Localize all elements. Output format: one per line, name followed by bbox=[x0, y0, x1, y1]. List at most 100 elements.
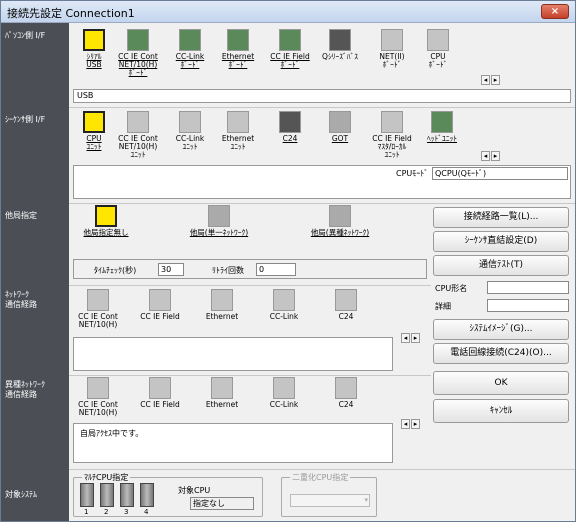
target-cpu-label: 対象CPU bbox=[178, 486, 211, 495]
plc-if-ethernet-unit[interactable]: Ethernet ﾕﾆｯﾄ bbox=[215, 111, 261, 151]
board-icon bbox=[227, 29, 249, 51]
scroll-left-icon[interactable]: ◂ bbox=[481, 75, 490, 85]
pc-if-detail[interactable]: USB bbox=[73, 89, 571, 103]
option-no-other-station[interactable]: 他局指定無し bbox=[71, 205, 141, 237]
serial-usb-icon bbox=[83, 29, 105, 51]
pc-if-cc-ie-field-board[interactable]: CC IE Field ﾎﾞｰﾄﾞ bbox=[267, 29, 313, 69]
unit-icon bbox=[179, 111, 201, 133]
cpu-4-icon[interactable] bbox=[140, 483, 154, 507]
pc-if-cc-ie-cont-board[interactable]: CC IE Cont NET/10(H) ﾎﾞｰﾄﾞ bbox=[115, 29, 161, 77]
cpu-3-icon[interactable] bbox=[120, 483, 134, 507]
plc-if-detail-box: CPUﾓｰﾄﾞ QCPU(Qﾓｰﾄﾞ) bbox=[73, 165, 571, 199]
divider bbox=[69, 285, 431, 286]
scroll-right-icon[interactable]: ▸ bbox=[491, 75, 500, 85]
divider bbox=[69, 375, 431, 376]
timecheck-label: ﾀｲﾑﾁｪｯｸ(秒) bbox=[94, 266, 137, 275]
hetero-ethernet[interactable]: Ethernet bbox=[197, 377, 247, 409]
network-icon bbox=[87, 289, 109, 311]
hetero-cc-ie-field[interactable]: CC IE Field bbox=[135, 377, 185, 409]
phone-line-button[interactable]: 電話回線接続(C24)(O)... bbox=[433, 343, 569, 364]
timecheck-row: ﾀｲﾑﾁｪｯｸ(秒) 30 ﾘﾄﾗｲ回数 0 bbox=[73, 259, 427, 279]
connection-dialog: 接続先設定 Connection1 × ﾊﾟｿｺﾝ側 I/F ｼｰｹﾝｻ側 I/… bbox=[0, 0, 576, 522]
pc-if-serial-usb[interactable]: ｼﾘｱﾙ USB bbox=[71, 29, 117, 69]
option-other-hetero-network[interactable]: 他局(異種ﾈｯﾄﾜｰｸ) bbox=[295, 205, 385, 237]
route-cc-ie-cont[interactable]: CC IE Cont NET/10(H) bbox=[73, 289, 123, 329]
plc-if-head-unit[interactable]: ﾍｯﾄﾞﾕﾆｯﾄ bbox=[419, 111, 465, 143]
scroll-right-icon[interactable]: ▸ bbox=[491, 151, 500, 161]
cpu-mode-label: CPUﾓｰﾄﾞ bbox=[396, 169, 429, 178]
side-label-other-station: 他局指定 bbox=[5, 211, 37, 220]
divider bbox=[69, 469, 575, 470]
plc-if-got[interactable]: GOT bbox=[317, 111, 363, 143]
title-bar: 接続先設定 Connection1 × bbox=[1, 1, 575, 23]
timecheck-input[interactable]: 30 bbox=[158, 263, 184, 276]
pc-if-q-series-bus[interactable]: Qｼﾘｰｽﾞﾊﾞｽ bbox=[317, 29, 363, 61]
unit-icon bbox=[381, 111, 403, 133]
board-icon bbox=[127, 29, 149, 51]
ok-button[interactable]: OK bbox=[433, 371, 569, 395]
network-icon bbox=[273, 377, 295, 399]
route-list-button[interactable]: 接続経路一覧(L)... bbox=[433, 207, 569, 228]
retry-label: ﾘﾄﾗｲ回数 bbox=[212, 266, 244, 275]
comm-test-button[interactable]: 通信ﾃｽﾄ(T) bbox=[433, 255, 569, 276]
multi-cpu-group: ﾏﾙﾁCPU指定 1 2 3 4 対象CPU 指定なし bbox=[73, 472, 263, 517]
route-cc-link[interactable]: CC-Link bbox=[259, 289, 309, 321]
plc-if-cc-link-unit[interactable]: CC-Link ﾕﾆｯﾄ bbox=[167, 111, 213, 151]
plc-direct-button[interactable]: ｼｰｹﾝｻ直結設定(D) bbox=[433, 231, 569, 252]
network-icon bbox=[211, 289, 233, 311]
sidebar: ﾊﾟｿｺﾝ側 I/F ｼｰｹﾝｻ側 I/F 他局指定 ﾈｯﾄﾜｰｸ 通信経路 異… bbox=[1, 23, 69, 521]
network-icon bbox=[335, 377, 357, 399]
head-unit-icon bbox=[431, 111, 453, 133]
network-icon bbox=[149, 289, 171, 311]
system-image-button[interactable]: ｼｽﾃﾑｲﾒｰｼﾞ(G)... bbox=[433, 319, 569, 340]
network-icon bbox=[87, 377, 109, 399]
detail-field bbox=[487, 299, 569, 312]
cpu-mode-select[interactable]: QCPU(Qﾓｰﾄﾞ) bbox=[432, 167, 568, 180]
plc-if-scroll[interactable]: ◂ ▸ bbox=[481, 151, 501, 161]
hetero-route-scroll[interactable]: ◂ ▸ bbox=[401, 419, 421, 429]
main-panel: ｼﾘｱﾙ USB CC IE Cont NET/10(H) ﾎﾞｰﾄﾞ CC-L… bbox=[69, 23, 575, 521]
cpu-number-2: 2 bbox=[104, 508, 109, 516]
c24-icon bbox=[279, 111, 301, 133]
route-c24[interactable]: C24 bbox=[321, 289, 371, 321]
plc-if-cc-ie-cont-unit[interactable]: CC IE Cont NET/10(H) ﾕﾆｯﾄ bbox=[115, 111, 161, 159]
pc-if-cpu-board[interactable]: CPU ﾎﾞｰﾄﾞ bbox=[415, 29, 461, 69]
plc-if-cpu-unit[interactable]: CPU ﾕﾆｯﾄ bbox=[71, 111, 117, 151]
network-icon bbox=[211, 377, 233, 399]
plc-if-cc-ie-field-unit[interactable]: CC IE Field ﾏｽﾀ/ﾛｰｶﾙ ﾕﾆｯﾄ bbox=[369, 111, 415, 159]
hetero-cc-ie-cont[interactable]: CC IE Cont NET/10(H) bbox=[73, 377, 123, 417]
pc-if-ethernet-board[interactable]: Ethernet ﾎﾞｰﾄﾞ bbox=[215, 29, 261, 69]
redundant-cpu-label: 二重化CPU指定 bbox=[290, 472, 351, 483]
station-icon bbox=[95, 205, 117, 227]
station-icon bbox=[208, 205, 230, 227]
cpu-number-3: 3 bbox=[124, 508, 129, 516]
route-ethernet[interactable]: Ethernet bbox=[197, 289, 247, 321]
network-icon bbox=[335, 289, 357, 311]
scroll-left-icon[interactable]: ◂ bbox=[401, 419, 410, 429]
scroll-right-icon[interactable]: ▸ bbox=[411, 333, 420, 343]
close-button[interactable]: × bbox=[541, 4, 569, 19]
scroll-left-icon[interactable]: ◂ bbox=[481, 151, 490, 161]
scroll-right-icon[interactable]: ▸ bbox=[411, 419, 420, 429]
hetero-cc-link[interactable]: CC-Link bbox=[259, 377, 309, 409]
hetero-c24[interactable]: C24 bbox=[321, 377, 371, 409]
network-route-scroll[interactable]: ◂ ▸ bbox=[401, 333, 421, 343]
board-icon bbox=[279, 29, 301, 51]
cpu-2-icon[interactable] bbox=[100, 483, 114, 507]
pc-if-scroll[interactable]: ◂ ▸ bbox=[481, 75, 501, 85]
route-cc-ie-field[interactable]: CC IE Field bbox=[135, 289, 185, 321]
pc-if-net2-board[interactable]: NET(II) ﾎﾞｰﾄﾞ bbox=[369, 29, 415, 69]
retry-input[interactable]: 0 bbox=[256, 263, 296, 276]
unit-icon bbox=[127, 111, 149, 133]
cpu-unit-icon bbox=[83, 111, 105, 133]
plc-if-c24[interactable]: C24 bbox=[267, 111, 313, 143]
side-label-target-system: 対象ｼｽﾃﾑ bbox=[5, 490, 37, 499]
scroll-left-icon[interactable]: ◂ bbox=[401, 333, 410, 343]
option-other-single-network[interactable]: 他局(単一ﾈｯﾄﾜｰｸ) bbox=[177, 205, 261, 237]
got-icon bbox=[329, 111, 351, 133]
pc-if-cc-link-board[interactable]: CC-Link ﾎﾞｰﾄﾞ bbox=[167, 29, 213, 69]
cancel-button[interactable]: ｷｬﾝｾﾙ bbox=[433, 399, 569, 423]
cpu-1-icon[interactable] bbox=[80, 483, 94, 507]
board-icon bbox=[427, 29, 449, 51]
multi-cpu-label: ﾏﾙﾁCPU指定 bbox=[82, 472, 131, 483]
